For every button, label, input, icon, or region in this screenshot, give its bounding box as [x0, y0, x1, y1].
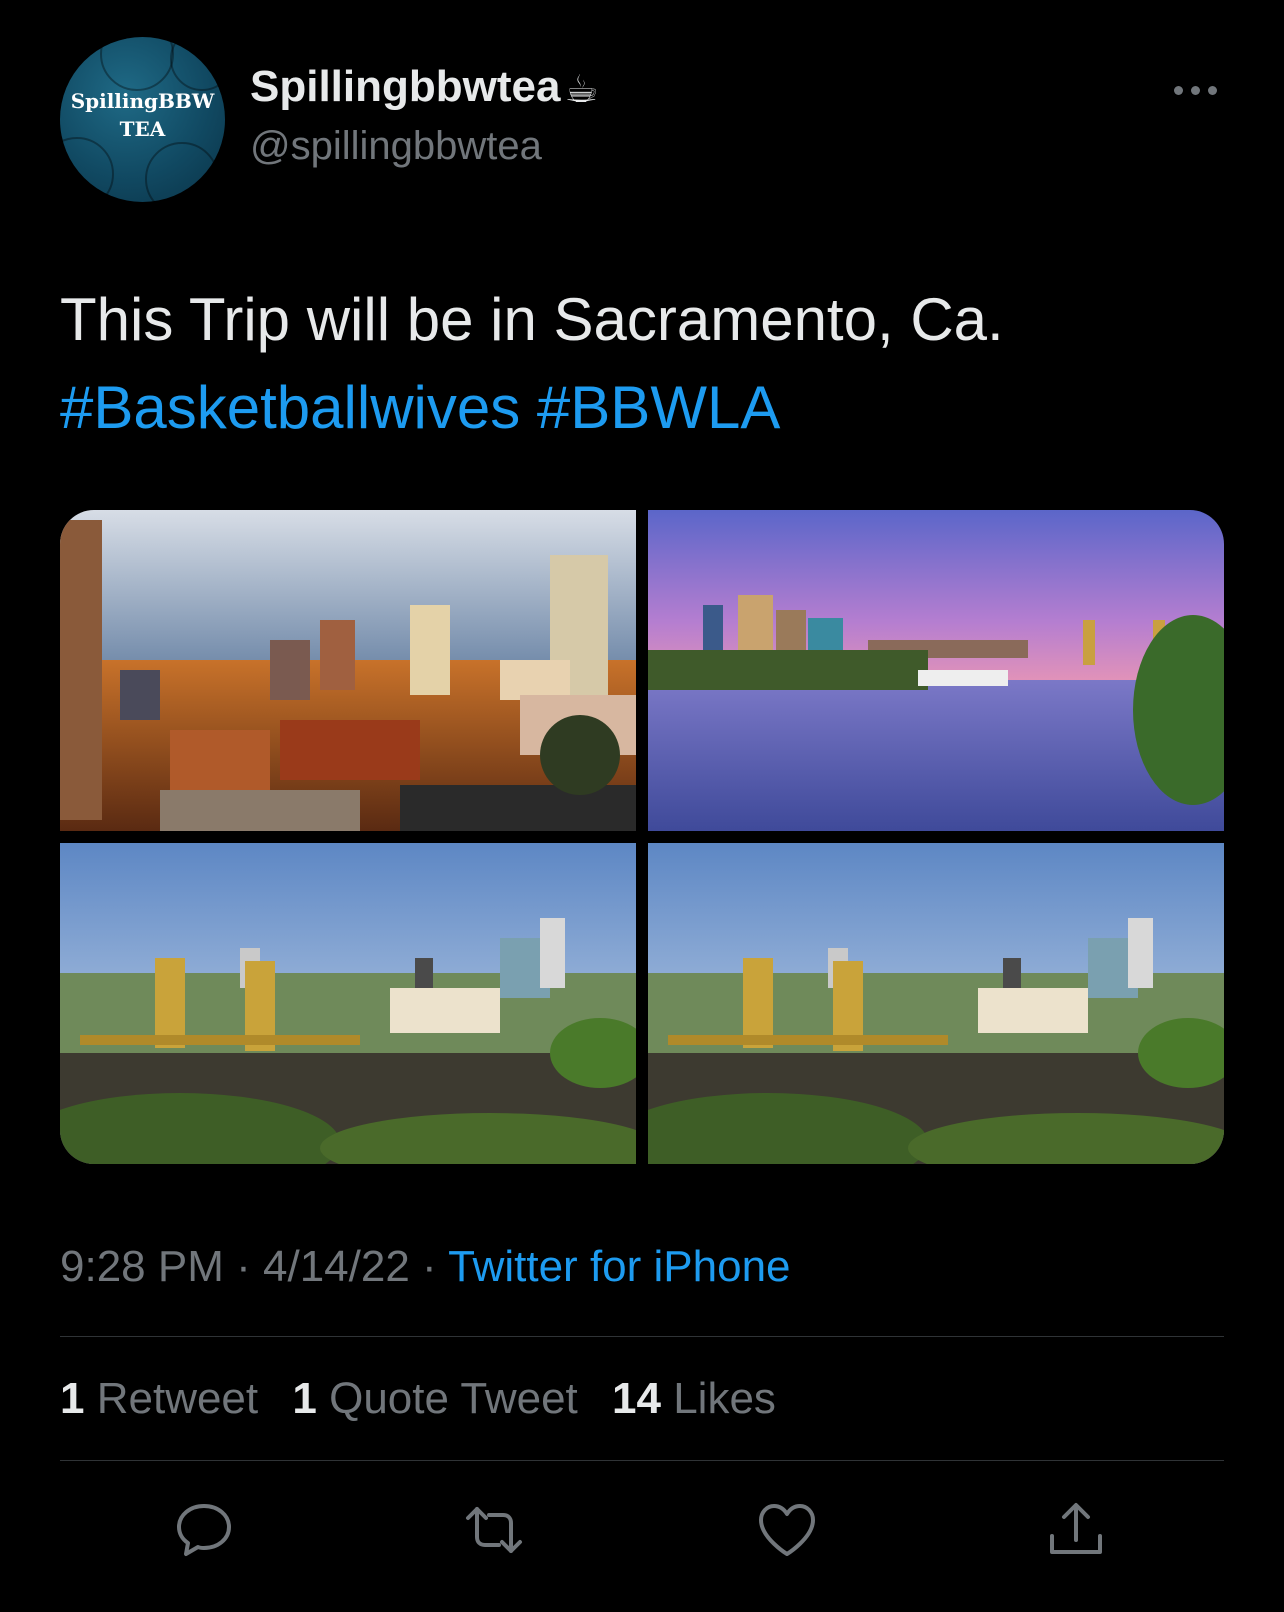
tweet-date[interactable]: 4/14/22 [263, 1242, 410, 1291]
reply-icon[interactable] [172, 1498, 236, 1562]
tweet-text: This Trip will be in Sacramento, Ca. #Ba… [60, 276, 1004, 452]
tweet-meta: 9:28 PM · 4/14/22 · Twitter for iPhone [60, 1242, 791, 1292]
hashtags: #Basketballwives #BBWLA [60, 374, 780, 441]
like-icon[interactable] [755, 1498, 819, 1562]
tweet-stats: 1 Retweet 1 Quote Tweet 14 Likes [60, 1374, 798, 1424]
hashtag-basketballwives[interactable]: #Basketballwives [60, 374, 520, 441]
meta-separator: · [236, 1242, 251, 1291]
likes-stat[interactable]: 14 Likes [612, 1374, 776, 1423]
meta-separator-2: · [422, 1242, 437, 1291]
coffee-cup-emoji: ☕ [564, 68, 599, 111]
more-icon[interactable] [1174, 80, 1224, 100]
action-bar [0, 1498, 1284, 1568]
avatar[interactable]: SpillingBBW TEA [60, 37, 225, 202]
likes-label: Likes [673, 1374, 776, 1423]
photo-tower-bridge-2[interactable] [648, 843, 1224, 1164]
display-name[interactable]: Spillingbbwtea ☕ [250, 62, 599, 112]
quotes-label: Quote Tweet [329, 1374, 578, 1423]
divider-bottom [60, 1460, 1224, 1461]
hashtag-bbwla[interactable]: #BBWLA [537, 374, 780, 441]
share-icon[interactable] [1044, 1498, 1108, 1562]
quotes-count: 1 [292, 1374, 317, 1423]
tweet-body: This Trip will be in Sacramento, Ca. [60, 286, 1004, 353]
retweets-stat[interactable]: 1 Retweet [60, 1374, 258, 1423]
divider-top [60, 1336, 1224, 1337]
photo-tower-bridge[interactable] [60, 843, 636, 1164]
user-handle[interactable]: @spillingbbwtea [250, 124, 542, 169]
tweet-source[interactable]: Twitter for iPhone [448, 1242, 790, 1291]
likes-count: 14 [612, 1374, 661, 1423]
display-name-text: Spillingbbwtea [250, 62, 561, 111]
retweet-icon[interactable] [462, 1498, 526, 1562]
media-grid [60, 510, 1224, 1164]
retweets-count: 1 [60, 1374, 85, 1423]
tweet-time[interactable]: 9:28 PM [60, 1242, 224, 1291]
photo-sunset-river[interactable] [648, 510, 1224, 831]
avatar-text-line2: TEA [119, 117, 166, 141]
quotes-stat[interactable]: 1 Quote Tweet [292, 1374, 577, 1423]
retweets-label: Retweet [96, 1374, 259, 1423]
avatar-text-line1: SpillingBBW [70, 89, 215, 113]
photo-night-skyline[interactable] [60, 510, 636, 831]
